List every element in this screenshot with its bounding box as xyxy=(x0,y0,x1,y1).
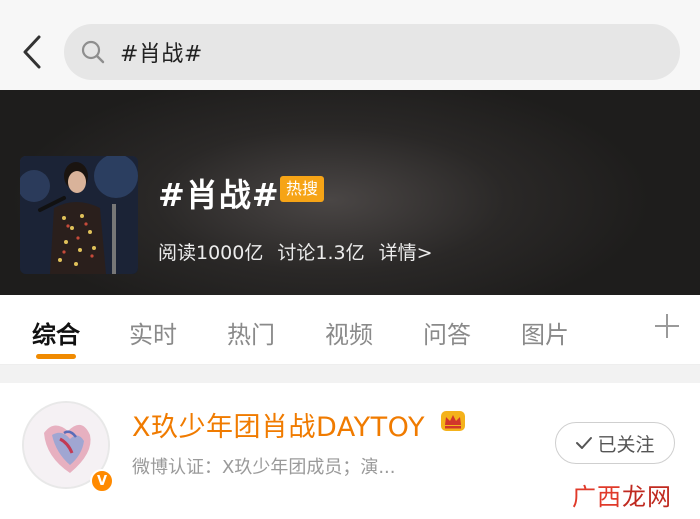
performer-photo xyxy=(20,156,138,274)
details-link[interactable]: 详情> xyxy=(379,238,433,265)
top-bar: #肖战# xyxy=(0,0,700,90)
topic-stats: 阅读1000亿 讨论1.3亿 详情> xyxy=(158,238,433,265)
active-tab-indicator xyxy=(36,354,76,359)
tab-comprehensive[interactable]: 综合 xyxy=(32,315,80,350)
search-icon xyxy=(81,40,105,64)
watermark-part1: 广西 xyxy=(572,483,622,511)
topic-cover-image xyxy=(20,156,138,274)
topic-header: #肖战# 热搜 阅读1000亿 讨论1.3亿 详情> xyxy=(0,90,700,295)
read-count: 阅读1000亿 xyxy=(158,242,264,264)
tab-bar: 综合 实时 热门 视频 问答 图片 xyxy=(0,295,700,365)
tab-images[interactable]: 图片 xyxy=(521,315,569,350)
plus-icon[interactable] xyxy=(652,311,682,341)
follow-label: 已关注 xyxy=(597,433,655,456)
topic-title: #肖战# xyxy=(158,176,280,214)
watermark-logo: 广西龙网 xyxy=(572,477,672,512)
tab-video[interactable]: 视频 xyxy=(325,315,373,350)
back-button[interactable] xyxy=(14,30,50,74)
hot-search-badge: 热搜 xyxy=(280,176,325,202)
check-icon xyxy=(576,437,593,449)
tab-qa[interactable]: 问答 xyxy=(423,315,471,350)
search-input[interactable]: #肖战# xyxy=(120,36,203,68)
tab-realtime[interactable]: 实时 xyxy=(129,315,177,350)
account-name[interactable]: X玖少年团肖战DAYTOY xyxy=(132,405,425,444)
tab-hot[interactable]: 热门 xyxy=(227,315,275,350)
chevron-left-icon xyxy=(23,35,41,69)
search-field[interactable]: #肖战# xyxy=(64,24,680,80)
discussion-count: 讨论1.3亿 xyxy=(277,242,365,264)
follow-button[interactable]: 已关注 xyxy=(555,422,675,464)
verification-text: 微博认证：X玖少年团成员；演... xyxy=(132,457,396,478)
verified-badge: V xyxy=(90,469,114,493)
watermark-part2: 龙网 xyxy=(622,483,672,511)
account-card[interactable]: V X玖少年团肖战DAYTOY 微博认证：X玖少年团成员；演... 已关注 广西… xyxy=(0,383,700,519)
crown-icon xyxy=(441,411,465,431)
